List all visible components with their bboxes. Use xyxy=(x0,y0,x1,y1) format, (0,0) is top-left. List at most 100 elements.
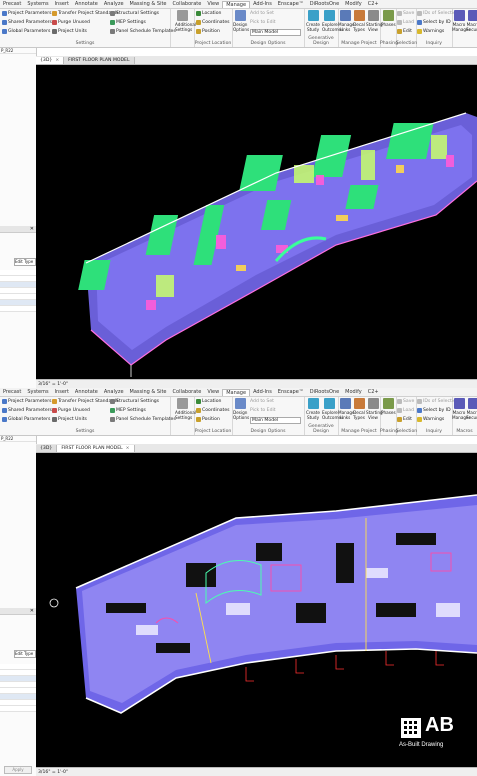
location-button[interactable]: Location xyxy=(196,399,221,404)
menu-precast[interactable]: Precast xyxy=(0,389,24,395)
coordinates-button[interactable]: Coordinates xyxy=(196,408,230,413)
menu-addins[interactable]: Add-Ins xyxy=(250,1,275,7)
select-by-id-button[interactable]: Select by ID xyxy=(417,408,451,413)
transfer-standards-button[interactable]: Transfer Project Standards xyxy=(52,11,118,16)
position-button[interactable]: Position xyxy=(196,417,220,422)
menu-massing[interactable]: Massing & Site xyxy=(127,389,170,395)
shared-parameters-button[interactable]: Shared Parameters xyxy=(2,408,52,413)
additional-settings-button[interactable]: Additional Settings xyxy=(175,10,196,32)
save-selection-button[interactable]: Save xyxy=(397,399,414,404)
project-parameters-button[interactable]: Project Parameters xyxy=(2,399,51,404)
load-selection-button[interactable]: Load xyxy=(397,408,414,413)
decal-types-button[interactable]: Decal Types xyxy=(352,10,366,32)
panel-schedule-button[interactable]: Panel Schedule Templates xyxy=(110,29,176,34)
warnings-button[interactable]: Warnings xyxy=(417,29,444,34)
macro-manager-button[interactable]: Macro Manager xyxy=(452,398,470,420)
add-to-set-button[interactable]: Add to Set xyxy=(250,399,274,404)
macro-manager-button[interactable]: Macro Manager xyxy=(452,10,470,32)
3d-view-canvas[interactable] xyxy=(36,65,477,379)
transfer-standards-button[interactable]: Transfer Project Standards xyxy=(52,399,118,404)
menu-insert[interactable]: Insert xyxy=(52,389,72,395)
menu-collaborate[interactable]: Collaborate xyxy=(170,1,205,7)
menu-dirootsone[interactable]: DiRootsOne xyxy=(307,389,342,395)
close-icon[interactable]: ✕ xyxy=(30,608,34,614)
global-parameters-button[interactable]: Global Parameters xyxy=(2,29,50,34)
panel-schedule-button[interactable]: Panel Schedule Templates xyxy=(110,417,176,422)
decal-types-button[interactable]: Decal Types xyxy=(352,398,366,420)
menu-annotate[interactable]: Annotate xyxy=(72,389,101,395)
menu-precast[interactable]: Precast xyxy=(0,1,24,7)
design-option-select[interactable]: Main Model xyxy=(250,417,301,424)
save-selection-button[interactable]: Save xyxy=(397,11,414,16)
edit-selection-button[interactable]: Edit xyxy=(397,417,412,422)
tab-3d[interactable]: {3D} xyxy=(36,445,58,452)
menu-enscape[interactable]: Enscape™ xyxy=(275,389,307,395)
close-icon[interactable]: × xyxy=(55,58,59,63)
menu-systems[interactable]: Systems xyxy=(24,389,51,395)
macro-security-button[interactable]: Macro Security xyxy=(466,398,477,420)
edit-type-button[interactable]: Edit Type xyxy=(14,650,36,658)
pick-to-edit-button[interactable]: Pick to Edit xyxy=(250,20,276,25)
menu-massing[interactable]: Massing & Site xyxy=(127,1,170,7)
phases-button[interactable]: Phases xyxy=(381,398,396,415)
additional-settings-button[interactable]: Additional Settings xyxy=(175,398,196,420)
menu-dirootsone[interactable]: DiRootsOne xyxy=(307,1,342,7)
select-by-id-button[interactable]: Select by ID xyxy=(417,20,451,25)
view-scale[interactable]: 3/16" = 1'-0" xyxy=(38,770,68,775)
coordinates-button[interactable]: Coordinates xyxy=(196,20,230,25)
apply-button[interactable]: Apply xyxy=(4,766,32,774)
menu-modify[interactable]: Modify xyxy=(342,389,365,395)
structural-settings-button[interactable]: Structural Settings xyxy=(110,11,159,16)
edit-type-button[interactable]: Edit Type xyxy=(14,258,36,266)
mep-settings-button[interactable]: MEP Settings xyxy=(110,408,146,413)
menu-modify[interactable]: Modify xyxy=(342,1,365,7)
menu-insert[interactable]: Insert xyxy=(52,1,72,7)
property-row[interactable] xyxy=(0,706,36,712)
close-icon[interactable]: × xyxy=(126,446,130,451)
phases-button[interactable]: Phases xyxy=(381,10,396,27)
property-row[interactable] xyxy=(0,306,36,312)
view-cube-icon[interactable] xyxy=(49,598,59,608)
project-units-button[interactable]: Project Units xyxy=(52,417,87,422)
manage-links-button[interactable]: Manage Links xyxy=(338,10,355,32)
explore-outcomes-button[interactable]: Explore Outcomes xyxy=(322,10,343,32)
menu-enscape[interactable]: Enscape™ xyxy=(275,1,307,7)
project-units-button[interactable]: Project Units xyxy=(52,29,87,34)
tab-3d[interactable]: {3D} × xyxy=(36,57,65,64)
project-browser-item[interactable]: P_R22 xyxy=(0,48,36,54)
purge-unused-button[interactable]: Purge Unused xyxy=(52,20,90,25)
warnings-button[interactable]: Warnings xyxy=(417,417,444,422)
add-to-set-button[interactable]: Add to Set xyxy=(250,11,274,16)
tab-first-floor-plan[interactable]: FIRST FLOOR PLAN MODEL × xyxy=(57,445,135,452)
project-browser-item[interactable]: P_R22 xyxy=(0,436,36,442)
mep-settings-button[interactable]: MEP Settings xyxy=(110,20,146,25)
pick-to-edit-button[interactable]: Pick to Edit xyxy=(250,408,276,413)
menu-c2[interactable]: C2+ xyxy=(365,389,382,395)
menu-view[interactable]: View xyxy=(204,389,222,395)
shared-parameters-button[interactable]: Shared Parameters xyxy=(2,20,52,25)
menu-analyze[interactable]: Analyze xyxy=(101,1,127,7)
design-option-select[interactable]: Main Model xyxy=(250,29,301,36)
purge-unused-button[interactable]: Purge Unused xyxy=(52,408,90,413)
menu-view[interactable]: View xyxy=(204,1,222,7)
location-button[interactable]: Location xyxy=(196,11,221,16)
starting-view-button[interactable]: Starting View xyxy=(366,398,383,420)
tab-first-floor-plan[interactable]: FIRST FLOOR PLAN MODEL xyxy=(64,57,135,64)
close-icon[interactable]: ✕ xyxy=(30,226,34,232)
starting-view-button[interactable]: Starting View xyxy=(366,10,383,32)
menu-manage[interactable]: Manage xyxy=(222,388,251,396)
create-study-button[interactable]: Create Study xyxy=(306,10,320,32)
design-options-button[interactable]: Design Options xyxy=(233,398,249,420)
menu-c2[interactable]: C2+ xyxy=(365,1,382,7)
structural-settings-button[interactable]: Structural Settings xyxy=(110,399,159,404)
menu-addins[interactable]: Add-Ins xyxy=(250,389,275,395)
position-button[interactable]: Position xyxy=(196,29,220,34)
macro-security-button[interactable]: Macro Security xyxy=(466,10,477,32)
menu-manage[interactable]: Manage xyxy=(222,0,251,8)
menu-analyze[interactable]: Analyze xyxy=(101,389,127,395)
create-study-button[interactable]: Create Study xyxy=(306,398,320,420)
edit-selection-button[interactable]: Edit xyxy=(397,29,412,34)
design-options-button[interactable]: Design Options xyxy=(233,10,249,32)
menu-annotate[interactable]: Annotate xyxy=(72,1,101,7)
menu-systems[interactable]: Systems xyxy=(24,1,51,7)
